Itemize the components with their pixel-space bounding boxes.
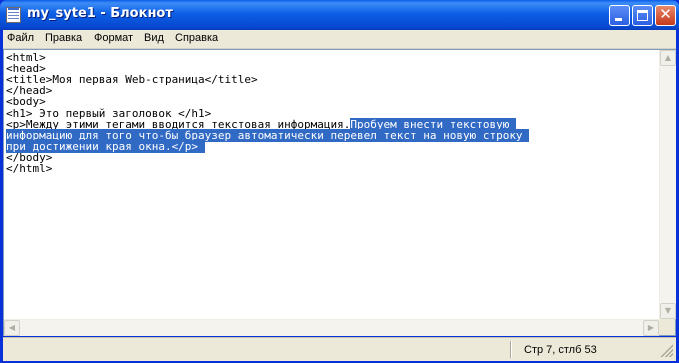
scroll-down-button[interactable]: ▼ [660,303,676,319]
status-bar: Стр 7, стлб 53 [3,337,676,361]
menu-edit[interactable]: Правка [45,32,82,44]
close-icon: ✕ [659,5,672,23]
horizontal-scrollbar[interactable]: ◀ ▶ [4,319,659,336]
vertical-scrollbar[interactable]: ▲ ▼ [659,50,676,319]
title-bar[interactable]: my_syte1 - Блокнот ✕ [0,0,679,30]
minimize-button[interactable] [609,5,630,26]
arrow-right-icon: ▶ [647,323,655,332]
resize-grip-icon[interactable] [659,343,673,357]
status-divider [510,341,511,358]
menu-help[interactable]: Справка [175,32,218,44]
notepad-icon[interactable] [6,7,21,23]
close-button[interactable]: ✕ [655,5,676,26]
cursor-position: Стр 7, стлб 53 [524,344,597,356]
scroll-up-button[interactable]: ▲ [660,50,676,66]
menu-view[interactable]: Вид [144,32,164,44]
menu-format[interactable]: Формат [94,32,133,44]
maximize-icon [637,10,648,21]
text-line[interactable]: <p>Между этими тегами вводится текстовая… [6,117,516,131]
text-area[interactable]: <html> <head> <title>Моя первая Web-страни… [4,50,659,319]
scrollbar-corner [659,319,675,335]
maximize-button[interactable] [632,5,653,26]
text-line[interactable]: </html> [6,163,52,174]
arrow-left-icon: ◀ [8,323,16,332]
text-line-content: </html> [6,162,53,175]
arrow-up-icon: ▲ [664,53,672,62]
menu-bar: Файл Правка Формат Вид Справка [3,30,676,49]
text-editor[interactable]: <html> <head> <title>Моя первая Web-страни… [3,49,676,336]
minimize-icon [615,18,622,21]
arrow-down-icon: ▼ [664,306,672,315]
window-title: my_syte1 - Блокнот [27,6,173,21]
scroll-right-button[interactable]: ▶ [643,320,659,336]
notepad-window: my_syte1 - Блокнот ✕ Файл Правка Формат … [0,0,679,363]
menu-file[interactable]: Файл [7,32,34,44]
scroll-left-button[interactable]: ◀ [4,320,20,336]
